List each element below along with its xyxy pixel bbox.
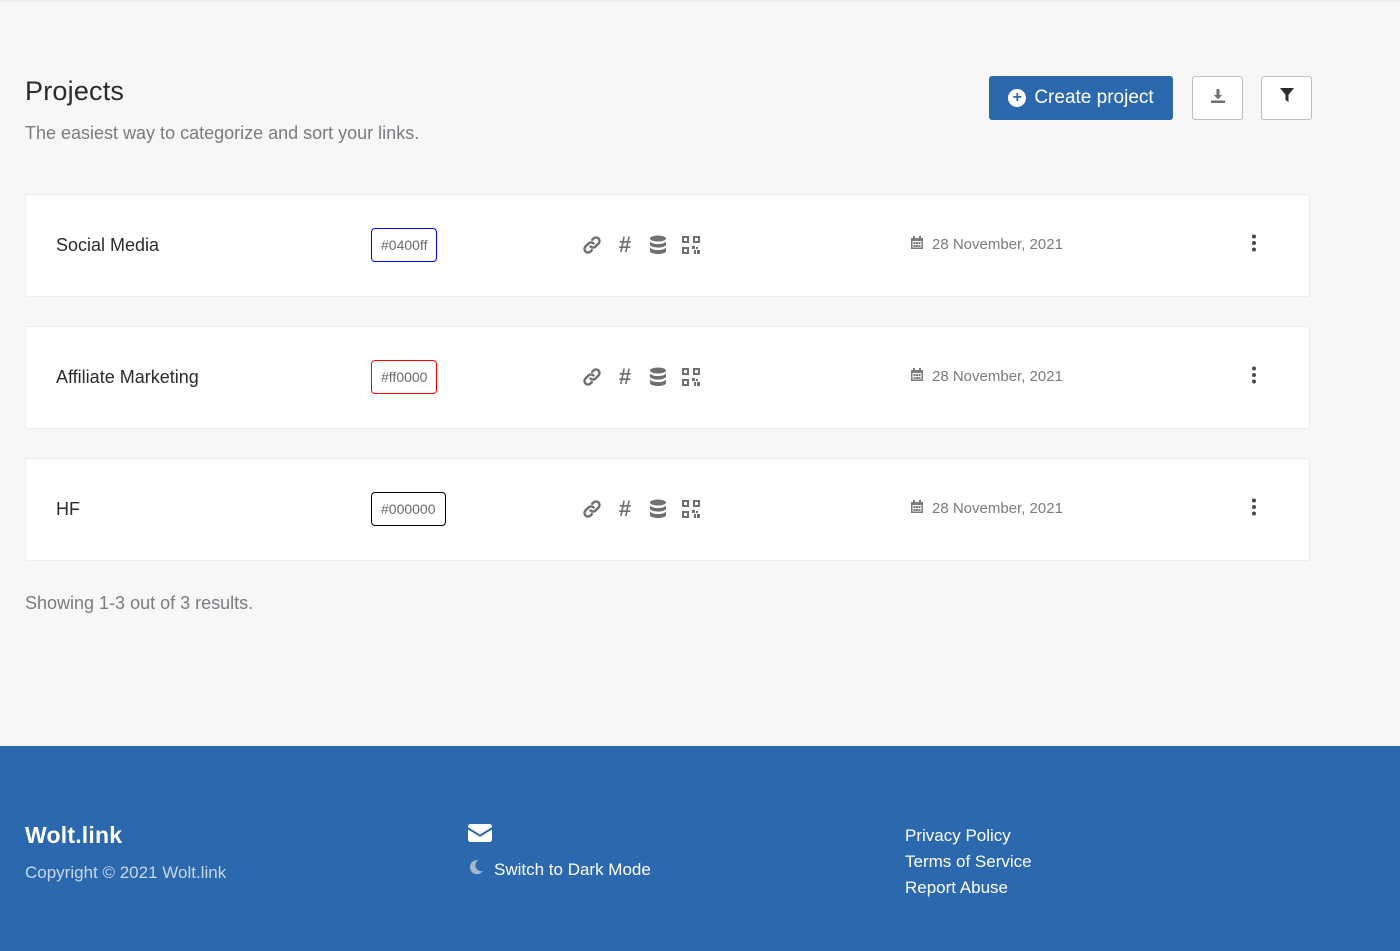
envelope-icon bbox=[468, 824, 492, 846]
link-icon[interactable] bbox=[582, 367, 602, 387]
filter-button[interactable] bbox=[1261, 76, 1312, 120]
link-icon[interactable] bbox=[582, 235, 602, 255]
terms-of-service-link[interactable]: Terms of Service bbox=[905, 849, 1032, 875]
report-abuse-link[interactable]: Report Abuse bbox=[905, 875, 1032, 901]
project-date: 28 November, 2021 bbox=[911, 368, 1063, 385]
plus-circle-icon: + bbox=[1008, 89, 1027, 107]
qr-code-icon[interactable] bbox=[681, 235, 701, 255]
create-project-button[interactable]: + Create project bbox=[989, 76, 1173, 120]
date-text: 28 November, 2021 bbox=[932, 500, 1063, 517]
database-icon[interactable] bbox=[648, 235, 668, 255]
date-text: 28 November, 2021 bbox=[932, 368, 1063, 385]
calendar-icon bbox=[911, 236, 923, 253]
contact-mail-link[interactable] bbox=[468, 824, 492, 847]
footer-links: Privacy Policy Terms of Service Report A… bbox=[905, 823, 1032, 901]
project-name[interactable]: HF bbox=[56, 499, 80, 520]
project-card: Social Media #0400ff # 28 November, 2021 bbox=[25, 194, 1310, 297]
project-name[interactable]: Affiliate Marketing bbox=[56, 367, 199, 388]
qr-code-icon[interactable] bbox=[681, 499, 701, 519]
project-date: 28 November, 2021 bbox=[911, 236, 1063, 253]
calendar-icon bbox=[911, 368, 923, 385]
privacy-policy-link[interactable]: Privacy Policy bbox=[905, 823, 1032, 849]
page-subtitle: The easiest way to categorize and sort y… bbox=[25, 123, 420, 143]
create-project-label: Create project bbox=[1034, 87, 1154, 108]
top-border bbox=[0, 0, 1400, 2]
project-date: 28 November, 2021 bbox=[911, 500, 1063, 517]
color-badge: #ff0000 bbox=[371, 360, 438, 394]
filter-icon bbox=[1279, 88, 1294, 108]
database-icon[interactable] bbox=[648, 367, 668, 387]
project-card: HF #000000 # 28 November, 2021 bbox=[25, 458, 1310, 561]
hash-icon[interactable]: # bbox=[615, 498, 635, 520]
project-actions: # bbox=[582, 366, 701, 388]
hash-icon[interactable]: # bbox=[615, 234, 635, 256]
project-name[interactable]: Social Media bbox=[56, 235, 159, 256]
page-header: Projects The easiest way to categorize a… bbox=[25, 76, 1315, 146]
color-badge: #000000 bbox=[371, 492, 446, 526]
footer: Wolt.link Copyright © 2021 Wolt.link Swi… bbox=[0, 746, 1400, 951]
results-summary: Showing 1-3 out of 3 results. bbox=[25, 593, 254, 613]
hash-icon[interactable]: # bbox=[615, 366, 635, 388]
dark-mode-label: Switch to Dark Mode bbox=[494, 859, 651, 879]
footer-brand[interactable]: Wolt.link bbox=[25, 822, 122, 849]
more-options-button[interactable] bbox=[1244, 365, 1264, 389]
download-button[interactable] bbox=[1192, 76, 1243, 120]
more-vertical-icon bbox=[1251, 366, 1257, 389]
color-badge: #0400ff bbox=[371, 228, 438, 262]
project-actions: # bbox=[582, 498, 701, 520]
copyright-text: Copyright © 2021 Wolt.link bbox=[25, 863, 227, 882]
calendar-icon bbox=[911, 500, 923, 517]
page-title: Projects bbox=[25, 76, 125, 106]
project-actions: # bbox=[582, 234, 701, 256]
more-vertical-icon bbox=[1251, 234, 1257, 257]
date-text: 28 November, 2021 bbox=[932, 236, 1063, 253]
more-options-button[interactable] bbox=[1244, 233, 1264, 257]
moon-icon bbox=[468, 859, 484, 880]
project-card: Affiliate Marketing #ff0000 # 28 Novembe… bbox=[25, 326, 1310, 429]
link-icon[interactable] bbox=[582, 499, 602, 519]
more-options-button[interactable] bbox=[1244, 497, 1264, 521]
dark-mode-toggle[interactable]: Switch to Dark Mode bbox=[468, 859, 651, 880]
qr-code-icon[interactable] bbox=[681, 367, 701, 387]
database-icon[interactable] bbox=[648, 499, 668, 519]
download-icon bbox=[1210, 88, 1226, 109]
more-vertical-icon bbox=[1251, 498, 1257, 521]
